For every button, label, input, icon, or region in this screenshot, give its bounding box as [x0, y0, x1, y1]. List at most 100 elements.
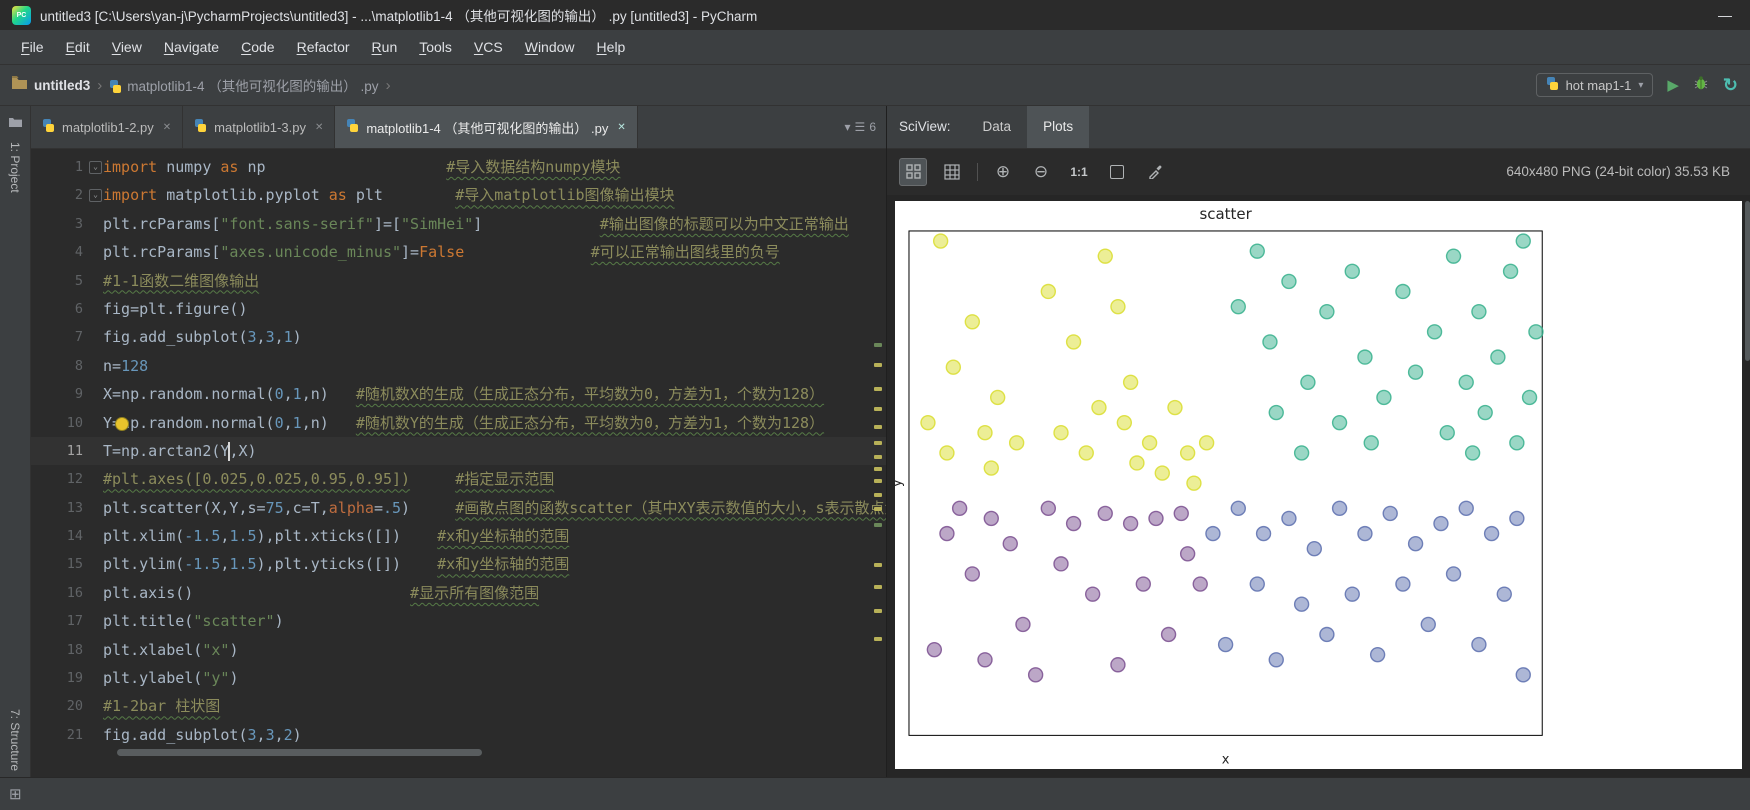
line-number[interactable]: 7 [31, 323, 103, 351]
code-line[interactable]: 1 import numpy as np #导入数据结构numpy模块 ⌄ [31, 153, 886, 181]
line-number[interactable]: 10 [31, 409, 103, 437]
code-line[interactable]: 16 plt.axis() #显示所有图像范围 [31, 579, 886, 607]
code-line[interactable]: 11 T=np.arctan2(Y,X) [31, 436, 886, 466]
inspection-mark[interactable] [874, 363, 882, 367]
rerun-button[interactable]: ↻ [1723, 76, 1738, 94]
menu-refactor[interactable]: Refactor [286, 34, 361, 60]
editor-tab[interactable]: matplotlib1-4 （其他可视化图的输出） .py ✕ [335, 106, 638, 148]
inspection-mark[interactable] [874, 507, 882, 511]
zoom-out-button[interactable]: ⊖ [1028, 159, 1054, 185]
menu-run[interactable]: Run [361, 34, 409, 60]
menu-edit[interactable]: Edit [55, 34, 101, 60]
line-number[interactable]: 11 [31, 437, 103, 465]
plot-viewer[interactable]: scatter y x [887, 194, 1750, 777]
minimize-button[interactable]: — [1712, 7, 1738, 23]
line-number[interactable]: 4 [31, 238, 103, 266]
code-line[interactable]: 13 plt.scatter(X,Y,s=75,c=T,alpha=.5) #画散… [31, 494, 886, 522]
inspection-mark[interactable] [874, 407, 882, 411]
inspection-mark[interactable] [874, 467, 882, 471]
sciview-tab-plots[interactable]: Plots [1027, 106, 1090, 148]
menu-navigate[interactable]: Navigate [153, 34, 230, 60]
sciview-tab-data[interactable]: Data [967, 106, 1028, 148]
line-number[interactable]: 5 [31, 267, 103, 295]
inspection-mark[interactable] [874, 563, 882, 567]
code-line[interactable]: 6 fig=plt.figure() [31, 295, 886, 323]
inspection-mark[interactable] [874, 441, 882, 445]
line-number[interactable]: 18 [31, 636, 103, 664]
hidden-tabs-widget[interactable]: ▾ ☰ 6 [845, 106, 886, 148]
code-line[interactable]: 2 import matplotlib.pyplot as plt #导入matp… [31, 181, 886, 209]
run-configuration-select[interactable]: hot map1-1 ▾ [1535, 73, 1654, 97]
code-line[interactable]: 19 plt.ylabel("y") [31, 664, 886, 692]
inspection-mark[interactable] [874, 585, 882, 589]
code-line[interactable]: 21 fig.add_subplot(3,3,2) [31, 721, 886, 749]
code-line[interactable]: 4 plt.rcParams["axes.unicode_minus"]=Fals… [31, 238, 886, 266]
horizontal-scrollbar[interactable] [117, 749, 482, 756]
editor-tab[interactable]: matplotlib1-2.py ✕ [31, 106, 184, 148]
line-number[interactable]: 21 [31, 721, 103, 749]
line-number[interactable]: 16 [31, 579, 103, 607]
code-line[interactable]: 8 n=128 [31, 352, 886, 380]
line-number[interactable]: 15 [31, 550, 103, 578]
line-number[interactable]: 12 [31, 465, 103, 493]
inspection-mark[interactable] [874, 493, 882, 497]
code-editor[interactable]: 1 import numpy as np #导入数据结构numpy模块 ⌄ 2 impo… [31, 149, 886, 777]
line-number[interactable]: 17 [31, 607, 103, 635]
code-line[interactable]: 9 X=np.random.normal(0,1,n) #随机数X的生成（生成正态… [31, 380, 886, 408]
line-number[interactable]: 13 [31, 494, 103, 522]
inspection-mark[interactable] [874, 455, 882, 459]
error-stripe[interactable] [872, 149, 884, 777]
close-icon[interactable]: ✕ [617, 122, 625, 133]
menu-code[interactable]: Code [230, 34, 285, 60]
inspection-mark[interactable] [874, 637, 882, 641]
intention-bulb-icon[interactable] [115, 416, 129, 431]
line-number[interactable]: 8 [31, 352, 103, 380]
menu-file[interactable]: File [10, 34, 55, 60]
fold-marker-icon[interactable]: ⌄ [89, 189, 102, 203]
line-number[interactable]: 14 [31, 522, 103, 550]
fold-marker-icon[interactable]: ⌄ [89, 161, 102, 174]
inspection-mark[interactable] [874, 425, 882, 429]
line-number[interactable]: 20 [31, 692, 103, 720]
breadcrumb-item[interactable]: matplotlib1-4 （其他可视化图的输出） .py [109, 75, 379, 95]
menu-vcs[interactable]: VCS [463, 34, 514, 60]
code-line[interactable]: 3 plt.rcParams["font.sans-serif"]=["SimHe… [31, 210, 886, 238]
code-line[interactable]: 14 plt.xlim(-1.5,1.5),plt.xticks([]) #x和y… [31, 522, 886, 550]
menu-view[interactable]: View [101, 34, 153, 60]
fit-to-view-button[interactable] [1104, 159, 1130, 185]
color-picker-button[interactable] [1142, 159, 1168, 185]
breadcrumb-item[interactable]: untitled3 [34, 78, 90, 93]
vertical-scrollbar[interactable] [1745, 200, 1750, 361]
menu-window[interactable]: Window [514, 34, 586, 60]
inspection-mark[interactable] [874, 343, 882, 347]
code-line[interactable]: 10 Y=np.random.normal(0,1,n) #随机数Y的生成（生成正… [31, 409, 886, 437]
tool-windows-icon[interactable]: ⊞ [9, 785, 22, 803]
line-number[interactable]: 19 [31, 664, 103, 692]
pan-tool-button[interactable] [899, 157, 927, 186]
run-button[interactable]: ▶ [1667, 78, 1679, 93]
menu-tools[interactable]: Tools [408, 34, 463, 60]
code-line[interactable]: 15 plt.ylim(-1.5,1.5),plt.yticks([]) #x和y… [31, 550, 886, 578]
grid-view-button[interactable] [939, 159, 965, 185]
code-line[interactable]: 18 plt.xlabel("x") [31, 636, 886, 664]
line-number[interactable]: 9 [31, 380, 103, 408]
code-line[interactable]: 7 fig.add_subplot(3,3,1) [31, 323, 886, 351]
code-line[interactable]: 12 #plt.axes([0.025,0.025,0.95,0.95]) #指定… [31, 465, 886, 493]
inspection-mark[interactable] [874, 523, 882, 527]
close-icon[interactable]: ✕ [315, 122, 323, 133]
inspection-mark[interactable] [874, 387, 882, 391]
code-line[interactable]: 17 plt.title("scatter") [31, 607, 886, 635]
editor-tab[interactable]: matplotlib1-3.py ✕ [183, 106, 336, 148]
close-icon[interactable]: ✕ [163, 122, 171, 133]
inspection-mark[interactable] [874, 479, 882, 483]
actual-size-button[interactable]: 1:1 [1066, 159, 1092, 185]
code-line[interactable]: 20 #1-2bar 柱状图 [31, 692, 886, 720]
line-number[interactable]: 3 [31, 210, 103, 238]
debug-button[interactable] [1693, 75, 1709, 96]
code-line[interactable]: 5 #1-1函数二维图像输出 [31, 267, 886, 295]
tool-button-structure[interactable]: 7: Structure [8, 709, 22, 771]
tool-button-project[interactable]: 1: Project [8, 142, 22, 193]
line-number[interactable]: 6 [31, 295, 103, 323]
inspection-mark[interactable] [874, 609, 882, 613]
zoom-in-button[interactable]: ⊕ [990, 159, 1016, 185]
